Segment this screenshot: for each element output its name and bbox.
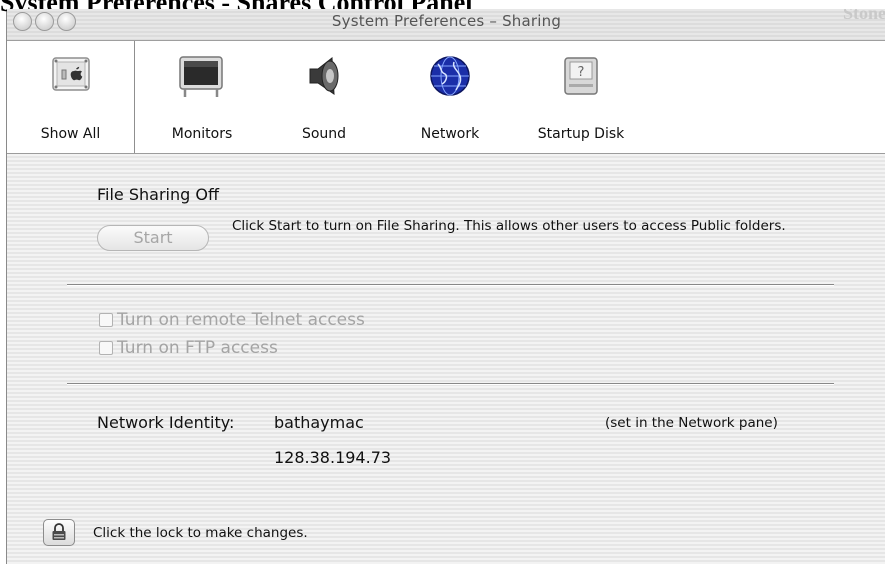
- toolbar-item-label: Monitors: [171, 126, 233, 142]
- toolbar-item-sound[interactable]: Sound: [272, 40, 376, 153]
- file-sharing-status: File Sharing Off: [97, 185, 219, 204]
- sharing-pane: File Sharing Off Start Click Start to tu…: [7, 154, 885, 564]
- network-hostname: bathaymac: [274, 413, 364, 432]
- toolbar-item-monitors[interactable]: Monitors: [147, 40, 257, 153]
- toolbar-item-label: Network: [420, 126, 480, 142]
- globe-icon: [430, 56, 470, 96]
- toolbar-item-network[interactable]: Network: [395, 40, 505, 153]
- ftp-access-option[interactable]: Turn on FTP access: [99, 338, 278, 362]
- network-identity-note: (set in the Network pane): [605, 415, 778, 431]
- lock-message: Click the lock to make changes.: [93, 525, 308, 541]
- speaker-icon: [309, 57, 339, 95]
- toolbar-separator: [134, 40, 135, 153]
- telnet-access-label: Turn on remote Telnet access: [117, 310, 365, 330]
- svg-text:?: ?: [578, 65, 585, 80]
- divider: [67, 383, 834, 384]
- toolbar-item-label: Show All: [40, 126, 101, 142]
- divider: [67, 284, 834, 285]
- telnet-access-option[interactable]: Turn on remote Telnet access: [99, 310, 365, 334]
- background-window-title-fragment: Stone: [842, 9, 885, 23]
- lock-button[interactable]: [43, 519, 75, 546]
- ftp-access-checkbox[interactable]: [99, 341, 113, 355]
- window-title: System Preferences – Sharing: [331, 12, 562, 30]
- lock-icon: [52, 523, 66, 540]
- show-all-icon: [52, 57, 90, 91]
- toolbar-item-label: Sound: [301, 126, 347, 142]
- monitor-icon: [179, 56, 223, 97]
- ftp-access-label: Turn on FTP access: [117, 338, 278, 358]
- toolbar: Show All Monitors Sound Network ? Startu…: [7, 40, 885, 154]
- network-identity-label: Network Identity:: [97, 413, 235, 432]
- toolbar-item-show-all[interactable]: Show All: [7, 40, 134, 153]
- telnet-access-checkbox[interactable]: [99, 313, 113, 327]
- toolbar-item-label: Startup Disk: [537, 126, 625, 142]
- start-file-sharing-button[interactable]: Start: [97, 225, 209, 251]
- file-sharing-description: Click Start to turn on File Sharing. Thi…: [232, 218, 786, 234]
- disk-icon: ?: [564, 57, 598, 95]
- network-ip-address: 128.38.194.73: [274, 448, 392, 467]
- system-preferences-window: System Preferences – Sharing Stone Show …: [6, 9, 885, 564]
- title-bar[interactable]: System Preferences – Sharing Stone: [7, 9, 885, 41]
- toolbar-item-startup-disk[interactable]: ? Startup Disk: [521, 40, 641, 153]
